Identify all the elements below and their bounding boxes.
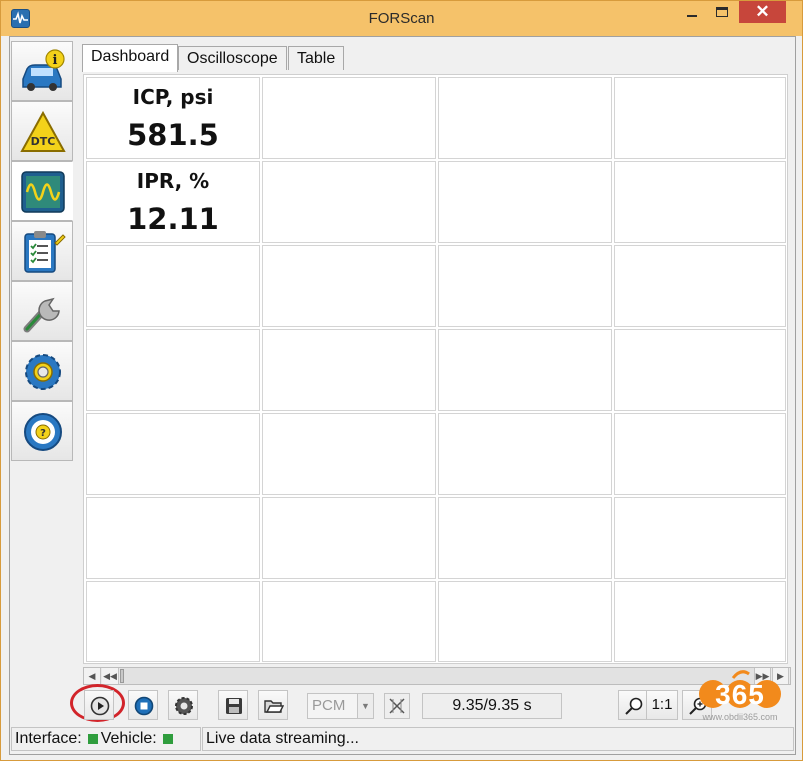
gauge-cell-empty[interactable]	[614, 581, 786, 662]
vehicle-label: Vehicle:	[100, 730, 157, 747]
time-display: 9.35/9.35 s	[422, 693, 562, 719]
sidebar-item-help[interactable]: ?	[11, 401, 73, 461]
gauge-cell-empty[interactable]	[438, 497, 612, 579]
interface-status-led	[87, 733, 98, 744]
gauge-cell-empty[interactable]	[86, 497, 260, 579]
forscan-window: FORScan ✕ i DTC ? Dashboard Oscilloscope…	[0, 0, 803, 761]
interface-label: Interface:	[15, 730, 82, 747]
gauge-cell-empty[interactable]	[262, 77, 436, 159]
gauge-cell-ipr[interactable]: IPR, % 12.11	[86, 161, 260, 243]
gauge-value: 581.5	[127, 118, 219, 152]
gauge-cell-empty[interactable]	[262, 329, 436, 411]
dtc-text: DTC	[31, 135, 56, 148]
dtc-icon: DTC	[20, 110, 66, 152]
gauge-cell-icp[interactable]: ICP, psi 581.5	[86, 77, 260, 159]
sidebar-item-configuration[interactable]	[11, 281, 73, 341]
status-bar: Interface: Vehicle: Live data streaming..…	[11, 727, 794, 751]
sidebar-item-service[interactable]	[11, 221, 73, 281]
checklist-icon	[24, 231, 66, 273]
gauge-cell-empty[interactable]	[262, 161, 436, 243]
clear-icon	[389, 698, 405, 714]
watermark-text: 365	[715, 679, 765, 710]
gauge-cell-empty[interactable]	[86, 581, 260, 662]
close-button[interactable]: ✕	[739, 1, 786, 23]
gauge-label: ICP, psi	[132, 85, 214, 109]
sidebar-item-settings[interactable]	[11, 341, 73, 401]
vehicle-info-icon: i	[22, 49, 65, 91]
main-client-area: i DTC ? Dashboard Oscilloscope Table ICP…	[9, 36, 796, 755]
help-text: ?	[40, 428, 46, 439]
save-button[interactable]	[218, 690, 248, 720]
gauge-cell-empty[interactable]	[438, 581, 612, 662]
gauge-cell-empty[interactable]	[262, 413, 436, 495]
sidebar-item-dtc[interactable]: DTC	[11, 101, 73, 161]
scroll-thumb[interactable]	[120, 669, 124, 683]
scroll-track[interactable]	[120, 668, 754, 684]
minimize-button[interactable]	[677, 1, 707, 23]
maximize-button[interactable]	[707, 1, 737, 23]
sidebar-item-oscilloscope[interactable]	[11, 161, 73, 221]
wrench-icon	[23, 297, 60, 333]
oscilloscope-icon	[21, 171, 65, 213]
open-folder-icon	[264, 700, 284, 713]
gauge-cell-empty[interactable]	[614, 161, 786, 243]
play-icon	[90, 696, 110, 716]
gauge-cell-empty[interactable]	[438, 329, 612, 411]
gauge-cell-empty[interactable]	[614, 77, 786, 159]
gauge-cell-empty[interactable]	[86, 245, 260, 327]
gauge-cell-empty[interactable]	[438, 161, 612, 243]
sidebar-item-vehicle-info[interactable]: i	[11, 41, 73, 101]
stop-button[interactable]	[128, 690, 158, 720]
horizontal-scrollbar[interactable]: ◀ ◀◀ ▶▶ ▶	[83, 667, 791, 685]
gauge-cell-empty[interactable]	[614, 245, 786, 327]
module-select-value: PCM	[312, 697, 346, 714]
minimize-icon	[687, 15, 697, 17]
scroll-rewind-icon[interactable]: ◀◀	[102, 668, 119, 684]
scroll-left-icon[interactable]: ◀	[84, 668, 101, 684]
gauge-cell-empty[interactable]	[262, 497, 436, 579]
module-select[interactable]: PCM ▼	[307, 693, 374, 719]
save-icon	[226, 698, 242, 714]
watermark-url: www.obdii365.com	[702, 712, 778, 722]
gauge-cell-empty[interactable]	[614, 329, 786, 411]
sidebar: i DTC ?	[11, 41, 73, 461]
zoom-icon	[625, 697, 643, 715]
watermark-logo: 365 www.obdii365.com	[695, 666, 785, 736]
gauge-cell-empty[interactable]	[262, 245, 436, 327]
tab-oscilloscope[interactable]: Oscilloscope	[178, 46, 287, 70]
gauge-cell-empty[interactable]	[86, 413, 260, 495]
gauge-cell-empty[interactable]	[438, 245, 612, 327]
gauge-cell-empty[interactable]	[438, 413, 612, 495]
chevron-down-icon[interactable]: ▼	[357, 694, 373, 718]
svg-text:i: i	[53, 53, 58, 68]
close-icon: ✕	[755, 2, 770, 21]
gauge-cell-empty[interactable]	[262, 581, 436, 662]
play-button[interactable]	[84, 690, 114, 720]
open-button[interactable]	[258, 690, 288, 720]
stop-icon	[134, 696, 154, 716]
title-bar: FORScan ✕	[1, 1, 802, 36]
zoom-button[interactable]	[618, 690, 648, 720]
gauge-cell-empty[interactable]	[438, 77, 612, 159]
connection-status: Interface: Vehicle:	[11, 727, 201, 751]
gauge-cell-empty[interactable]	[614, 497, 786, 579]
tab-dashboard[interactable]: Dashboard	[82, 44, 179, 72]
vehicle-status-led	[162, 733, 173, 744]
gauge-value: 12.11	[127, 202, 219, 236]
help-wheel-icon: ?	[24, 413, 62, 451]
settings-gear-icon	[175, 697, 193, 715]
gear-icon	[25, 354, 61, 390]
playback-toolbar: PCM ▼ 9.35/9.35 s 1:1	[10, 684, 795, 725]
maximize-icon	[716, 7, 728, 17]
gauge-cell-empty[interactable]	[614, 413, 786, 495]
gauge-label: IPR, %	[136, 169, 210, 193]
settings-button[interactable]	[168, 690, 198, 720]
clear-button[interactable]	[384, 693, 410, 719]
zoom-ratio-button[interactable]: 1:1	[646, 690, 678, 720]
gauge-cell-empty[interactable]	[86, 329, 260, 411]
dashboard-grid: ICP, psi 581.5 IPR, % 12.11	[83, 74, 788, 664]
tab-table[interactable]: Table	[288, 46, 345, 70]
